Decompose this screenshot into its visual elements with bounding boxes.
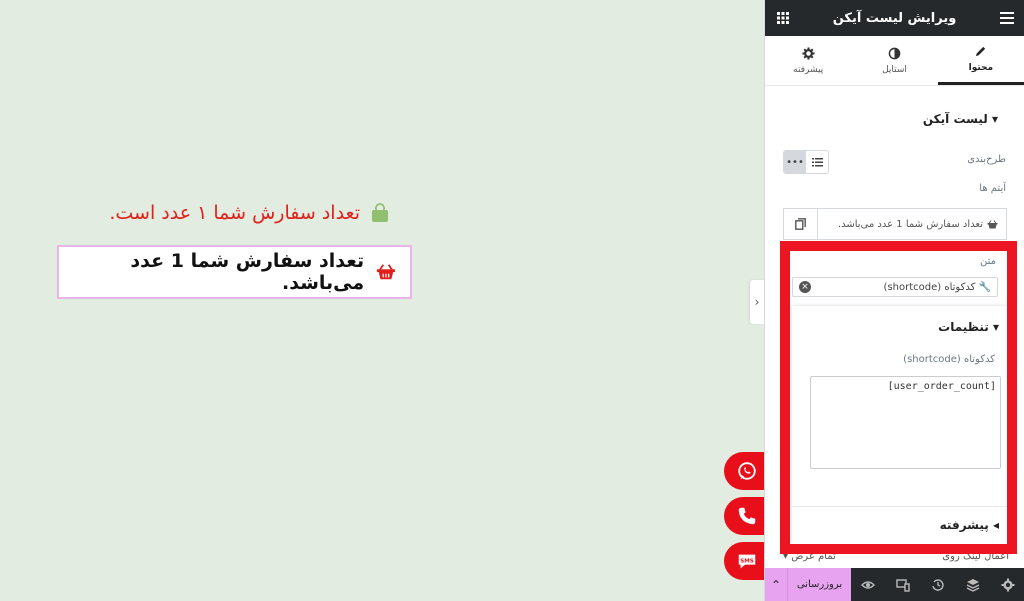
layers-icon[interactable] (966, 578, 980, 592)
copy-icon (795, 218, 806, 230)
highlight-frame (780, 241, 1017, 554)
panel-header: ویرایش لیست آیکن (765, 0, 1024, 36)
layout-list-button[interactable] (806, 151, 828, 173)
whatsapp-icon (738, 462, 756, 480)
chevron-right-icon: › (754, 295, 760, 309)
tab-style-label: استایل (882, 64, 907, 75)
repeater-item[interactable]: تعداد سفارش شما 1 عدد می‌باشد. (783, 208, 1007, 240)
dots-horizontal-icon: ••• (786, 156, 804, 168)
repeater-item-title[interactable]: تعداد سفارش شما 1 عدد می‌باشد. (818, 209, 1006, 239)
shopping-bag-icon (372, 203, 388, 222)
chevron-up-icon: ⌃ (770, 577, 782, 592)
panel-collapse-toggle[interactable]: › (750, 280, 764, 324)
update-options-button[interactable]: ⌃ (765, 568, 787, 601)
panel-tabs: محتوا استایل پیشرفته (765, 36, 1024, 86)
tab-advanced[interactable]: پیشرفته (765, 36, 851, 85)
tab-content-label: محتوا (968, 63, 994, 73)
order-count-text-2: تعداد سفارش شما 1 عدد می‌باشد. (130, 250, 365, 294)
history-icon[interactable] (931, 578, 945, 592)
footer-tools (851, 568, 1024, 601)
settings-gear-icon[interactable] (1001, 578, 1015, 592)
grid-apps-icon[interactable] (777, 12, 789, 24)
order-count-line-1[interactable]: تعداد سفارش شما ۱ عدد است. (60, 200, 390, 226)
update-button[interactable]: بروزرسانی (787, 568, 851, 601)
update-label: بروزرسانی (796, 579, 843, 590)
section-icon-list-toggle[interactable]: ▾ لیست آیکن (923, 112, 998, 126)
order-count-line-2[interactable]: تعداد سفارش شما 1 عدد می‌باشد. (57, 245, 412, 299)
tab-style[interactable]: استایل (851, 36, 937, 85)
layout-toggle: ••• (783, 150, 829, 174)
tab-advanced-label: پیشرفته (793, 64, 824, 75)
sms-text: SMS (740, 558, 753, 564)
items-label: آیتم ها (979, 183, 1006, 194)
layout-label: طرح‌بندی (967, 154, 1006, 165)
layout-inline-button[interactable]: ••• (784, 151, 806, 173)
gear-icon (802, 46, 815, 60)
tab-content[interactable]: محتوا (937, 36, 1024, 85)
repeater-item-text: تعداد سفارش شما 1 عدد می‌باشد. (837, 218, 983, 230)
caret-down-icon: ▾ (991, 112, 998, 126)
basket-icon (987, 219, 998, 228)
sms-icon: SMS (738, 554, 756, 569)
panel-title: ویرایش لیست آیکن (832, 10, 957, 26)
list-icon (811, 157, 823, 166)
section-title: لیست آیکن (922, 112, 988, 126)
half-circle-icon (888, 47, 901, 59)
phone-icon (738, 507, 756, 525)
order-count-text-1: تعداد سفارش شما ۱ عدد است. (109, 202, 360, 224)
responsive-devices-icon[interactable] (896, 578, 910, 592)
panel-footer: ⌃ بروزرسانی (765, 568, 1024, 601)
pencil-icon (976, 46, 986, 57)
hamburger-menu-icon[interactable] (1000, 12, 1014, 24)
duplicate-item-button[interactable] (784, 209, 818, 239)
editor-canvas[interactable]: تعداد سفارش شما ۱ عدد است. تعداد سفارش ش… (0, 0, 770, 601)
eye-icon[interactable] (861, 578, 876, 592)
basket-icon (377, 264, 396, 280)
